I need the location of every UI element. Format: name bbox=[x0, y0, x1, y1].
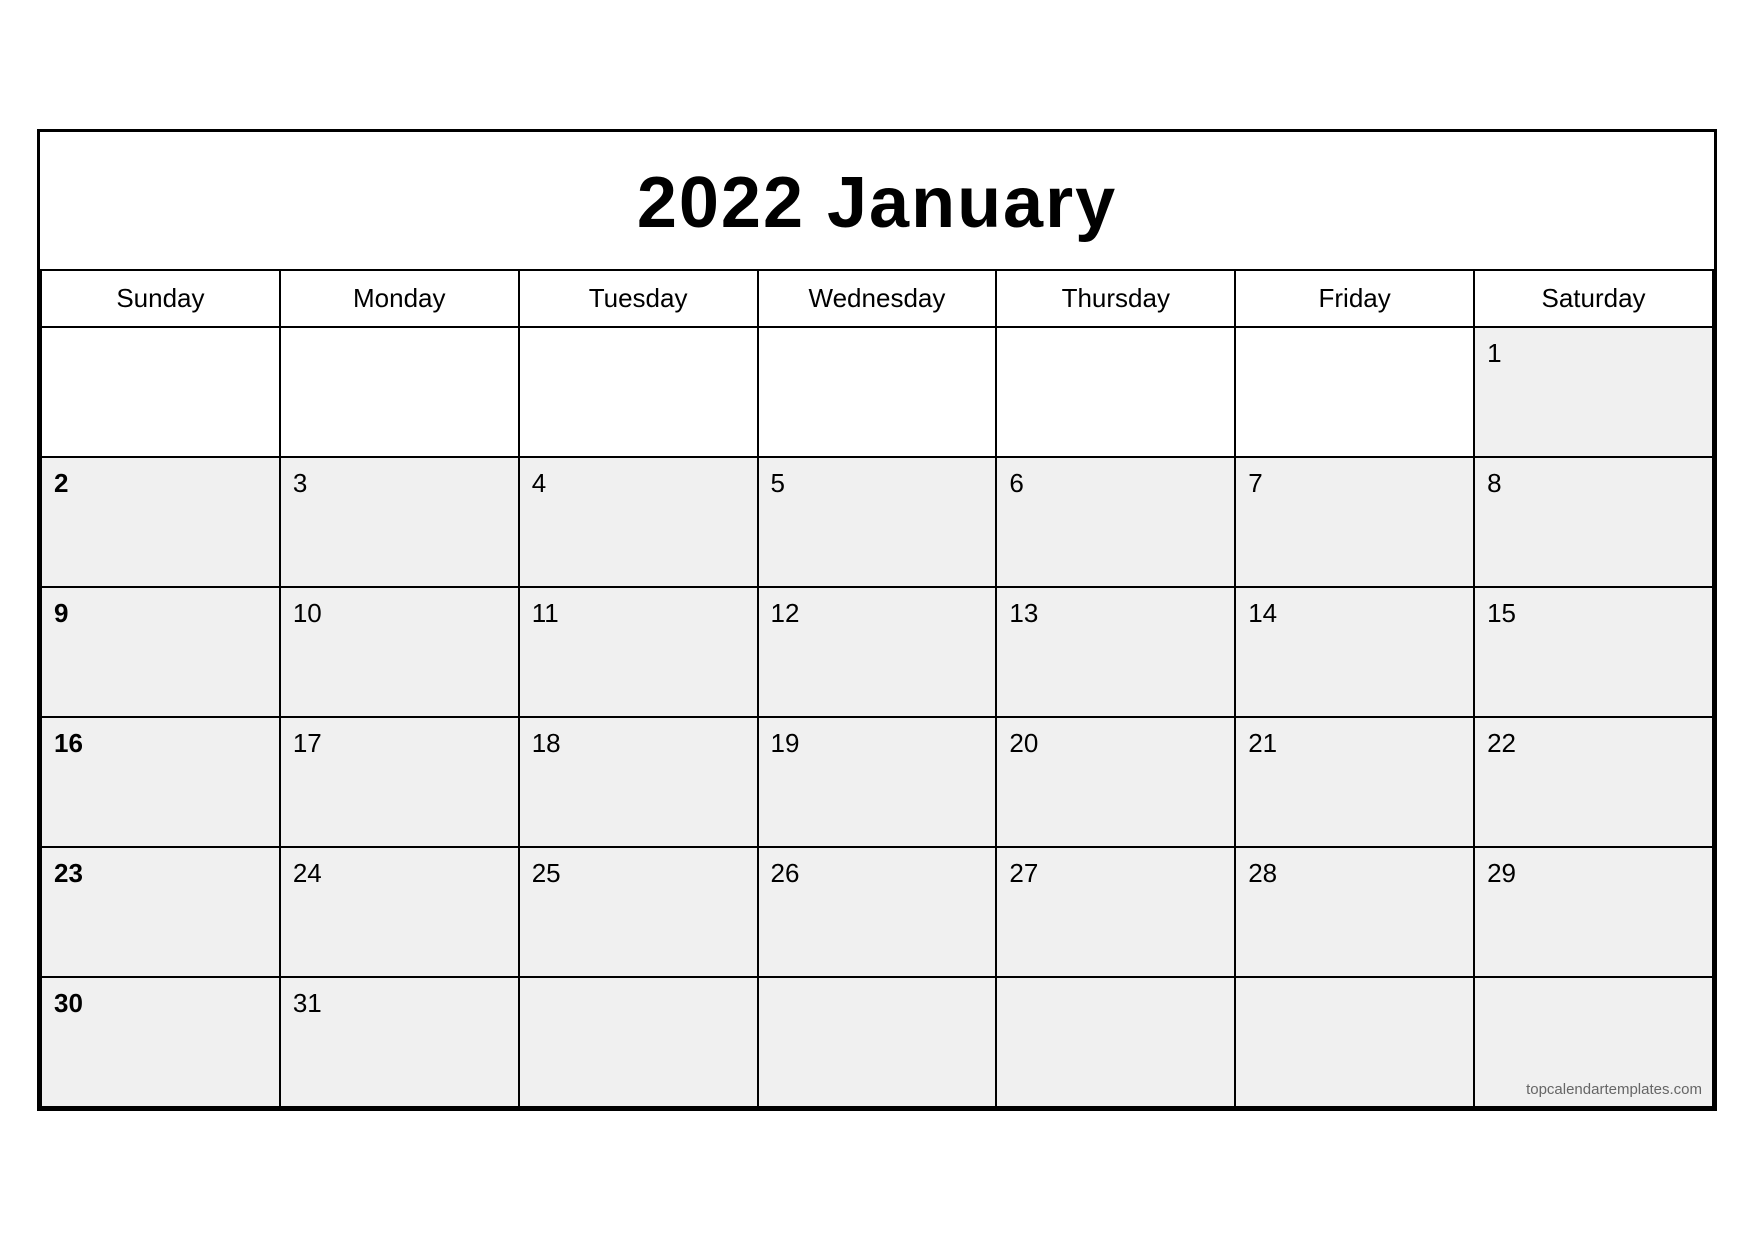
day-header-wednesday: Wednesday bbox=[758, 270, 997, 327]
watermark-text: topcalendartemplates.com bbox=[1526, 1081, 1702, 1098]
day-number: 4 bbox=[532, 468, 546, 498]
calendar-cell bbox=[519, 327, 758, 457]
calendar-cell: 18 bbox=[519, 717, 758, 847]
calendar-cell: 26 bbox=[758, 847, 997, 977]
day-header-friday: Friday bbox=[1235, 270, 1474, 327]
day-number: 20 bbox=[1009, 728, 1038, 758]
day-number: 5 bbox=[771, 468, 785, 498]
calendar-cell: 16 bbox=[41, 717, 280, 847]
calendar-cell: 12 bbox=[758, 587, 997, 717]
day-number: 31 bbox=[293, 988, 322, 1018]
day-number: 10 bbox=[293, 598, 322, 628]
calendar-cell: 19 bbox=[758, 717, 997, 847]
calendar-cell bbox=[1235, 977, 1474, 1107]
calendar-week-row: 23 24 25 26 27 28 29 bbox=[41, 847, 1713, 977]
calendar-cell: 29 bbox=[1474, 847, 1713, 977]
day-number: 13 bbox=[1009, 598, 1038, 628]
day-number: 24 bbox=[293, 858, 322, 888]
calendar-cell: 17 bbox=[280, 717, 519, 847]
day-number: 29 bbox=[1487, 858, 1516, 888]
calendar-cell: 13 bbox=[996, 587, 1235, 717]
day-number: 26 bbox=[771, 858, 800, 888]
calendar-cell: topcalendartemplates.com bbox=[1474, 977, 1713, 1107]
day-number: 25 bbox=[532, 858, 561, 888]
calendar-cell: 15 bbox=[1474, 587, 1713, 717]
calendar-cell: 28 bbox=[1235, 847, 1474, 977]
calendar-cell bbox=[758, 327, 997, 457]
day-number: 14 bbox=[1248, 598, 1277, 628]
calendar-cell: 11 bbox=[519, 587, 758, 717]
day-number: 15 bbox=[1487, 598, 1516, 628]
day-number: 2 bbox=[54, 468, 68, 498]
day-number: 12 bbox=[771, 598, 800, 628]
calendar-table: SundayMondayTuesdayWednesdayThursdayFrid… bbox=[40, 269, 1714, 1108]
calendar-cell: 5 bbox=[758, 457, 997, 587]
calendar-cell: 3 bbox=[280, 457, 519, 587]
calendar-cell bbox=[1235, 327, 1474, 457]
day-number: 8 bbox=[1487, 468, 1501, 498]
calendar-cell: 27 bbox=[996, 847, 1235, 977]
calendar-cell: 8 bbox=[1474, 457, 1713, 587]
day-number: 7 bbox=[1248, 468, 1262, 498]
calendar-title: 2022 January bbox=[40, 132, 1714, 269]
day-header-thursday: Thursday bbox=[996, 270, 1235, 327]
day-header-tuesday: Tuesday bbox=[519, 270, 758, 327]
calendar-cell: 10 bbox=[280, 587, 519, 717]
day-number: 27 bbox=[1009, 858, 1038, 888]
calendar-cell: 14 bbox=[1235, 587, 1474, 717]
calendar-cell bbox=[996, 977, 1235, 1107]
calendar-cell: 6 bbox=[996, 457, 1235, 587]
day-header-row: SundayMondayTuesdayWednesdayThursdayFrid… bbox=[41, 270, 1713, 327]
calendar-cell bbox=[758, 977, 997, 1107]
day-number: 19 bbox=[771, 728, 800, 758]
day-number: 28 bbox=[1248, 858, 1277, 888]
day-number: 6 bbox=[1009, 468, 1023, 498]
calendar-week-row: 1 bbox=[41, 327, 1713, 457]
day-number: 23 bbox=[54, 858, 83, 888]
calendar-cell: 22 bbox=[1474, 717, 1713, 847]
day-number: 18 bbox=[532, 728, 561, 758]
calendar-cell: 9 bbox=[41, 587, 280, 717]
calendar-cell bbox=[519, 977, 758, 1107]
calendar-cell: 20 bbox=[996, 717, 1235, 847]
calendar-cell: 21 bbox=[1235, 717, 1474, 847]
day-number: 16 bbox=[54, 728, 83, 758]
calendar-cell: 25 bbox=[519, 847, 758, 977]
calendar-cell: 31 bbox=[280, 977, 519, 1107]
day-header-sunday: Sunday bbox=[41, 270, 280, 327]
calendar-week-row: 2 3 4 5 6 7 8 bbox=[41, 457, 1713, 587]
day-number: 3 bbox=[293, 468, 307, 498]
day-number: 1 bbox=[1487, 338, 1501, 368]
calendar-cell: 23 bbox=[41, 847, 280, 977]
calendar-cell bbox=[996, 327, 1235, 457]
day-number: 22 bbox=[1487, 728, 1516, 758]
calendar-cell: 1 bbox=[1474, 327, 1713, 457]
day-header-monday: Monday bbox=[280, 270, 519, 327]
calendar-week-row: 9 10 11 12 13 14 15 bbox=[41, 587, 1713, 717]
day-number: 21 bbox=[1248, 728, 1277, 758]
calendar-cell: 24 bbox=[280, 847, 519, 977]
calendar-cell: 4 bbox=[519, 457, 758, 587]
day-number: 30 bbox=[54, 988, 83, 1018]
calendar-cell: 7 bbox=[1235, 457, 1474, 587]
day-number: 11 bbox=[532, 598, 559, 628]
calendar-cell bbox=[280, 327, 519, 457]
calendar-cell bbox=[41, 327, 280, 457]
calendar-cell: 30 bbox=[41, 977, 280, 1107]
calendar-container: 2022 January SundayMondayTuesdayWednesda… bbox=[37, 129, 1717, 1111]
calendar-cell: 2 bbox=[41, 457, 280, 587]
calendar-week-row: 16 17 18 19 20 21 22 bbox=[41, 717, 1713, 847]
day-number: 9 bbox=[54, 598, 68, 628]
day-header-saturday: Saturday bbox=[1474, 270, 1713, 327]
calendar-week-row: 30 31 topcalendartemplates.com bbox=[41, 977, 1713, 1107]
day-number: 17 bbox=[293, 728, 322, 758]
